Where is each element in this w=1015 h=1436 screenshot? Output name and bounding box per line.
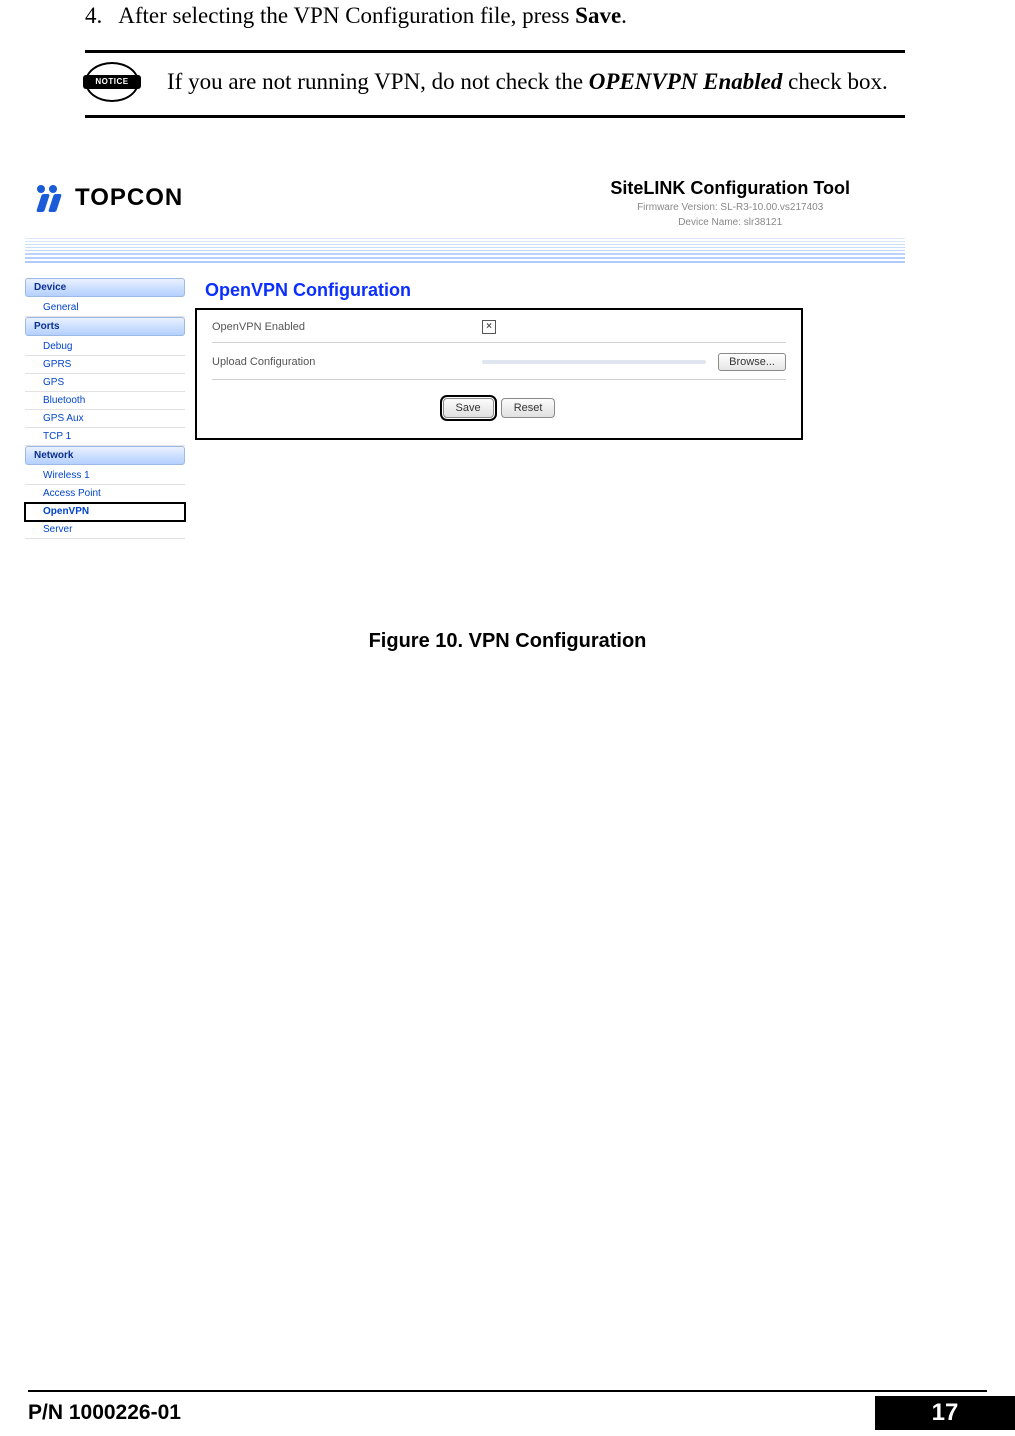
checkbox-openvpn-enabled[interactable]: ×	[482, 320, 496, 334]
sidebar-item-server[interactable]: Server	[25, 521, 185, 539]
notice-rule-top	[85, 50, 905, 53]
notice-icon: NOTICE	[85, 62, 139, 102]
page-footer: P/N 1000226-01 17	[0, 1396, 1015, 1430]
notice-post: check box.	[782, 69, 887, 94]
footer-rule	[28, 1390, 987, 1392]
tool-title-block: SiteLINK Configuration Tool Firmware Ver…	[610, 178, 850, 229]
topcon-logo-mark	[35, 185, 69, 211]
footer-page-number: 17	[875, 1396, 1015, 1430]
screenshot-header: TOPCON SiteLINK Configuration Tool Firmw…	[25, 178, 905, 238]
label-upload-config: Upload Configuration	[212, 356, 482, 368]
button-row: Save Reset	[197, 398, 801, 418]
openvpn-config-panel: OpenVPN Enabled × Upload Configuration B…	[195, 308, 803, 440]
notice-rule-bottom	[85, 115, 905, 118]
notice-badge-text: NOTICE	[83, 75, 141, 89]
file-input-track[interactable]	[482, 360, 706, 364]
step-pre: After selecting the VPN Configuration fi…	[118, 3, 575, 28]
notice-pre: If you are not running VPN, do not check…	[167, 69, 589, 94]
sidebar-item-bluetooth[interactable]: Bluetooth	[25, 392, 185, 410]
firmware-line: Firmware Version: SL-R3-10.00.vs217403	[610, 201, 850, 214]
sidebar-item-gps[interactable]: GPS	[25, 374, 185, 392]
step-4-text: 4. After selecting the VPN Configuration…	[85, 3, 627, 29]
sidebar-item-access-point[interactable]: Access Point	[25, 485, 185, 503]
row-openvpn-enabled: OpenVPN Enabled ×	[197, 310, 801, 334]
sidebar-item-tcp1[interactable]: TCP 1	[25, 428, 185, 446]
topcon-logo: TOPCON	[35, 184, 183, 212]
figure-caption: Figure 10. VPN Configuration	[0, 630, 1015, 653]
sidebar-item-openvpn[interactable]: OpenVPN	[25, 503, 185, 521]
sidebar-item-gprs[interactable]: GPRS	[25, 356, 185, 374]
sidebar-item-gps-aux[interactable]: GPS Aux	[25, 410, 185, 428]
sidebar-item-general[interactable]: General	[25, 299, 185, 317]
sidebar-item-debug[interactable]: Debug	[25, 338, 185, 356]
save-button[interactable]: Save	[443, 398, 494, 418]
header-gradient-lines	[25, 238, 905, 268]
footer-part-number: P/N 1000226-01	[0, 1396, 181, 1430]
sidebar-head-network[interactable]: Network	[25, 446, 185, 465]
sidebar: Device General Ports Debug GPRS GPS Blue…	[25, 278, 185, 539]
reset-button[interactable]: Reset	[501, 398, 556, 418]
step-number: 4.	[85, 3, 102, 28]
step-save-word: Save	[575, 3, 621, 28]
row-upload-config: Upload Configuration Browse...	[197, 343, 801, 371]
step-post: .	[621, 3, 627, 28]
sidebar-item-wireless1[interactable]: Wireless 1	[25, 467, 185, 485]
browse-button[interactable]: Browse...	[718, 353, 786, 371]
sidebar-head-device[interactable]: Device	[25, 278, 185, 297]
notice-block: NOTICE If you are not running VPN, do no…	[85, 62, 905, 102]
main-panel-title: OpenVPN Configuration	[205, 280, 411, 301]
row-divider-2	[212, 379, 786, 380]
screenshot-panel: TOPCON SiteLINK Configuration Tool Firmw…	[25, 178, 905, 598]
topcon-logo-text: TOPCON	[75, 184, 183, 212]
notice-text: If you are not running VPN, do not check…	[167, 69, 888, 95]
notice-bold-italic: OPENVPN Enabled	[589, 69, 783, 94]
tool-title: SiteLINK Configuration Tool	[610, 178, 850, 199]
sidebar-head-ports[interactable]: Ports	[25, 317, 185, 336]
label-openvpn-enabled: OpenVPN Enabled	[212, 321, 482, 333]
device-name-line: Device Name: slr38121	[610, 216, 850, 229]
